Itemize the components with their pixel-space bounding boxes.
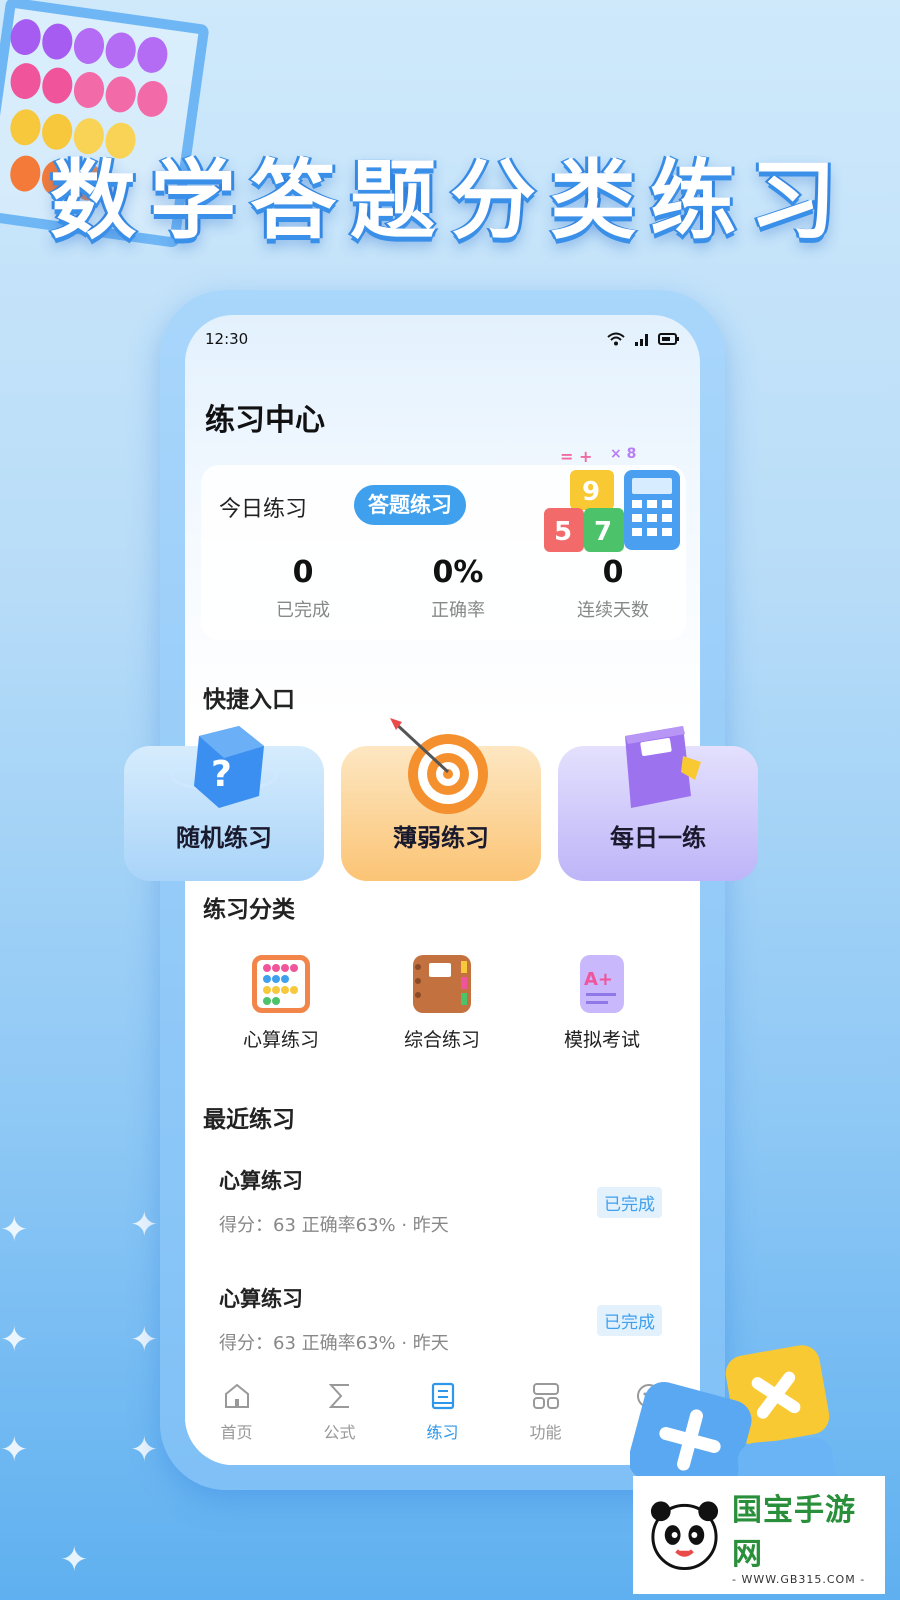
category-mental-math[interactable]: 心算练习 — [221, 955, 341, 1052]
stat-accuracy: 0% 正确率 — [388, 555, 528, 622]
weak-practice-card[interactable]: 薄弱练习 — [341, 718, 541, 881]
svg-text:?: ? — [211, 754, 232, 795]
battery-icon — [658, 333, 679, 345]
sparkle-icon: ✦ — [130, 1205, 159, 1245]
daily-practice-card[interactable]: 每日一练 — [558, 726, 758, 881]
bottom-nav: 首页 公式 练习 功能 — [185, 1365, 700, 1465]
nav-home[interactable]: 首页 — [192, 1365, 282, 1465]
watermark-brand: 国宝手游网 — [731, 1492, 856, 1572]
notebook-icon — [413, 955, 471, 1013]
svg-text:5: 5 — [554, 517, 572, 547]
category-mock-exam[interactable]: A+ 模拟考试 — [542, 955, 662, 1052]
category-label: 综合练习 — [403, 1029, 480, 1051]
quick-entry-title: 快捷入口 — [203, 687, 295, 713]
target-icon — [390, 718, 488, 814]
category-label: 心算练习 — [242, 1029, 319, 1051]
book-icon — [431, 1382, 454, 1410]
promo-title: 数学答题分类练习 — [50, 151, 850, 251]
sigma-icon — [328, 1384, 349, 1408]
home-icon — [224, 1383, 249, 1408]
nav-practice[interactable]: 练习 — [398, 1365, 488, 1465]
recent-item-meta: 得分：63 正确率63% · 昨天 — [219, 1333, 449, 1354]
dice-icon: ? — [170, 726, 278, 808]
watermark-url: - WWW.GB315.COM - — [731, 1572, 866, 1586]
stat-label: 连续天数 — [577, 600, 649, 621]
random-practice-card[interactable]: ? 随机练习 — [124, 726, 324, 881]
category-comprehensive[interactable]: 综合练习 — [382, 955, 502, 1052]
stat-label: 已完成 — [276, 600, 330, 621]
quick-label: 每日一练 — [610, 824, 706, 852]
stat-value: 0 — [292, 555, 314, 590]
status-time: 12:30 — [205, 330, 249, 348]
svg-text:= +: = + — [560, 447, 592, 466]
stat-completed: 0 已完成 — [233, 555, 373, 622]
svg-text:A+: A+ — [584, 969, 613, 990]
svg-text:9: 9 — [582, 477, 600, 507]
recent-item-meta: 得分：63 正确率63% · 昨天 — [219, 1215, 449, 1236]
nav-label: 公式 — [323, 1423, 356, 1442]
stat-value: 0% — [432, 555, 484, 590]
answer-practice-button[interactable]: 答题练习 — [354, 485, 466, 525]
sparkle-icon: ✦ — [130, 1430, 159, 1470]
exam-paper-icon: A+ — [580, 955, 624, 1013]
book-icon — [625, 726, 701, 808]
quick-label: 随机练习 — [176, 824, 272, 852]
sparkle-icon: ✦ — [0, 1210, 29, 1250]
sparkle-icon: ✦ — [0, 1320, 29, 1360]
nav-formula[interactable]: 公式 — [295, 1365, 385, 1465]
wifi-icon — [607, 332, 625, 346]
recent-item[interactable]: 心算练习 得分：63 正确率63% · 昨天 已完成 — [201, 1165, 686, 1265]
svg-text:7: 7 — [594, 517, 612, 547]
calculator-icon: = + × 8 9 5 7 — [544, 446, 680, 552]
abacus-icon — [252, 955, 310, 1013]
phone-screen: 12:30 练习中心 今日练习 答题练习 0 已完成 0% 正确率 0 连续天数… — [185, 315, 700, 1465]
stat-value: 0 — [602, 555, 624, 590]
nav-label: 练习 — [426, 1423, 459, 1442]
sparkle-icon: ✦ — [60, 1540, 89, 1580]
recent-item-title: 心算练习 — [219, 1287, 303, 1311]
completed-badge: 已完成 — [597, 1187, 662, 1218]
completed-badge: 已完成 — [597, 1305, 662, 1336]
stat-streak-days: 0 连续天数 — [543, 555, 683, 622]
recent-title: 最近练习 — [203, 1107, 295, 1133]
category-title: 练习分类 — [203, 897, 295, 923]
svg-text:× 8: × 8 — [610, 446, 636, 462]
today-label: 今日练习 — [219, 497, 308, 522]
watermark: 国宝手游网 - WWW.GB315.COM - — [633, 1476, 885, 1594]
status-bar: 12:30 — [205, 327, 680, 351]
category-label: 模拟考试 — [563, 1029, 640, 1051]
nav-label: 功能 — [529, 1423, 562, 1442]
nav-label: 首页 — [220, 1423, 253, 1442]
quick-label: 薄弱练习 — [393, 824, 489, 852]
page-title: 练习中心 — [205, 403, 325, 438]
sparkle-icon: ✦ — [0, 1430, 29, 1470]
stat-label: 正确率 — [431, 600, 485, 621]
grid-icon — [532, 1383, 559, 1409]
nav-functions[interactable]: 功能 — [501, 1365, 591, 1465]
panda-icon — [650, 1501, 719, 1571]
sparkle-icon: ✦ — [130, 1320, 159, 1360]
signal-icon — [635, 334, 648, 346]
recent-item-title: 心算练习 — [219, 1169, 303, 1193]
